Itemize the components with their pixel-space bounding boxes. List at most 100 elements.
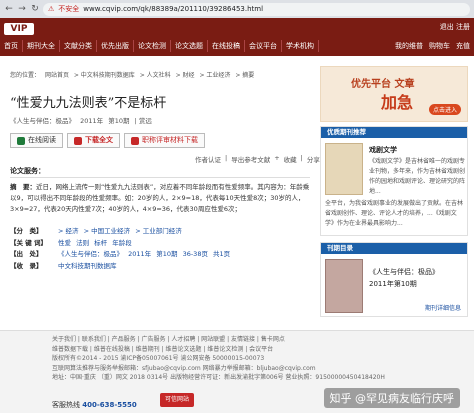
nav-item[interactable]: 文献分类: [60, 40, 97, 52]
cart-link[interactable]: 购物车: [429, 40, 450, 52]
keyword-link[interactable]: 法则: [76, 239, 89, 247]
journal-description-more: 全平台，为我省戏剧事业的发展做出了贡献。在吉林省戏剧创作、理论、评论人才的培养，…: [325, 200, 464, 227]
nav-item[interactable]: 优先出版: [97, 40, 134, 52]
site-logo[interactable]: VIP: [4, 23, 34, 35]
meta-value: 中文科技期刊数据库: [58, 261, 312, 273]
plus-icon: +: [274, 154, 280, 162]
issue-journal-name[interactable]: 《人生与伴侣：极品》: [369, 267, 439, 277]
footer-links[interactable]: 维普数据下载 | 维普在线投稿 | 维普期刊 | 维普论文选题 | 维普论文检测…: [52, 345, 422, 355]
meta-row-source: 【出 处】 《人生与伴侣：极品》 2011年 第10期 36-38页 共1页: [10, 249, 312, 261]
journal-detail-link[interactable]: 期刊详细信息: [425, 303, 461, 312]
recharge-link[interactable]: 充值: [456, 40, 470, 52]
issue-cover-image[interactable]: [325, 259, 363, 313]
box-heading: 刊期目录: [321, 243, 467, 254]
year-link[interactable]: 2011年: [80, 117, 103, 125]
banner-cta[interactable]: 点击进入: [428, 104, 461, 115]
issue-link[interactable]: 第10期: [108, 117, 129, 125]
author-cert-link[interactable]: 作者认证: [195, 154, 221, 164]
address-bar[interactable]: ⚠ 不安全 www.cqvip.com/qk/88389a/201110/392…: [43, 2, 470, 16]
read-online-label: 在线阅读: [28, 136, 56, 144]
footer-text: 地址：中国·重庆 （重）网文 2018 0314号 出版物经营许可证：新出发渝批…: [52, 374, 385, 381]
database-link[interactable]: 中文科技期刊数据库: [58, 262, 117, 270]
source-link[interactable]: 第10期: [156, 250, 177, 258]
meta-value: 性爱 法则 标杆 年龄段: [58, 238, 312, 250]
meta-row-keywords: 【关 键 词】 性爱 法则 标杆 年龄段: [10, 238, 312, 250]
separator: |: [225, 154, 228, 162]
download-icon: [74, 136, 82, 145]
divider: [10, 177, 310, 178]
abstract: 摘 要：近日，网络上流传一则“性爱九九法则表”，对应着不同年龄段而有性爱频率。其…: [10, 182, 312, 215]
forward-icon[interactable]: →: [17, 4, 27, 14]
journal-name[interactable]: 戏剧文学: [369, 145, 397, 155]
banner-text: 优先平台 文章: [351, 79, 415, 90]
pages-text: 36-38页: [182, 250, 208, 258]
banner-headline: 加急: [381, 93, 414, 112]
nav-item[interactable]: 期刊大全: [23, 40, 60, 52]
category-link[interactable]: > 中国工业经济: [84, 227, 131, 235]
source-link[interactable]: 《人生与伴侣：极品》: [58, 250, 123, 258]
read-online-button[interactable]: 在线阅读: [10, 133, 63, 148]
meta-row-category: 【分 类】 > 经济 > 中国工业经济 > 工业部门经济: [10, 226, 312, 238]
breadcrumb-item[interactable]: 网站首页: [45, 72, 69, 79]
journal-cover-image[interactable]: [325, 143, 363, 195]
nav-item[interactable]: 会议平台: [245, 40, 282, 52]
keyword-link[interactable]: 标杆: [94, 239, 107, 247]
action-buttons: 在线阅读 下载全文 职称评审材料下载: [10, 133, 205, 148]
journal-link[interactable]: 《人生与伴侣：极品》: [10, 117, 75, 125]
breadcrumb-item: > 摘要: [235, 72, 255, 79]
breadcrumb-item[interactable]: > 工业经济: [199, 72, 230, 79]
paper-material-label: 职称评审材料下载: [142, 136, 198, 144]
nav-item[interactable]: 在线投稿: [208, 40, 245, 52]
breadcrumb: 您的位置： 网站首页 > 中文科技期刊数据库 > 人文社科 > 财经 > 工业经…: [10, 70, 257, 79]
abstract-text: 近日，网络上流传一则“性爱九九法则表”，对应着不同年龄段而有性爱频率。其内容为：…: [10, 183, 310, 213]
not-secure-icon: ⚠: [48, 5, 55, 13]
trusted-site-badge[interactable]: 可信网站: [160, 393, 194, 407]
security-label: 不安全: [58, 5, 80, 13]
issue-number[interactable]: 2011年第10期: [369, 279, 417, 289]
section-heading: 论文服务：: [10, 167, 45, 175]
journal-description: 《戏剧文学》是吉林省唯一的戏剧专业刊物，多年来，作为吉林省戏剧创作的园地和戏剧评…: [369, 158, 466, 195]
nav-item[interactable]: 学术机构: [282, 40, 319, 52]
pages-total: 共1页: [213, 250, 231, 258]
auth-links[interactable]: 退出 注册: [440, 22, 470, 32]
share-link[interactable]: 分享: [307, 154, 320, 164]
favorite-link[interactable]: 收藏: [284, 154, 297, 164]
back-icon[interactable]: ←: [4, 4, 14, 14]
download-button[interactable]: 下载全文: [67, 133, 120, 148]
hotline-number: 400-638-5550: [82, 401, 137, 409]
category-link[interactable]: > 经济: [58, 227, 79, 235]
keyword-link[interactable]: 年龄段: [112, 239, 132, 247]
footer-text: 互联网算法推荐与服务举报邮箱：sfjubao@cqvip.com 网络暴力举报邮…: [52, 364, 316, 372]
box-heading: 优质期刊推荐: [321, 127, 467, 138]
breadcrumb-item[interactable]: > 人文社科: [140, 72, 171, 79]
footer-links[interactable]: 关于我们 | 联系我们 | 产品服务 | 广告服务 | 人才招聘 | 网站联盟 …: [52, 335, 422, 345]
download-label: 下载全文: [85, 136, 113, 144]
abstract-label: 摘 要：: [10, 183, 36, 191]
category-link[interactable]: > 工业部门经济: [135, 227, 182, 235]
article-source: 《人生与伴侣：极品》 2011年 第10期 | 赏远: [10, 115, 155, 125]
my-vip-link[interactable]: 我的维普: [395, 40, 423, 52]
nav-item[interactable]: 论文选题: [171, 40, 208, 52]
browser-toolbar: ← → ↻ ⚠ 不安全 www.cqvip.com/qk/88389a/2011…: [0, 0, 474, 18]
breadcrumb-item[interactable]: > 中文科技期刊数据库: [74, 72, 135, 79]
nav-item[interactable]: 首页: [0, 40, 23, 52]
meta-row-indexed: 【收 录】 中文科技期刊数据库: [10, 261, 312, 273]
user-nav: 我的维普 购物车 充值: [395, 40, 470, 52]
nav-item[interactable]: 论文检测: [134, 40, 171, 52]
document-icon: [131, 136, 139, 145]
author-text[interactable]: | 赏远: [135, 117, 152, 125]
meta-key: 【关 键 词】: [10, 238, 48, 247]
source-link[interactable]: 2011年: [128, 250, 151, 258]
hotline-label: 客服热线: [52, 401, 80, 409]
keyword-link[interactable]: 性爱: [58, 239, 71, 247]
footer-text: 版权所有©2014 - 2015 渝ICP备05007061号 渝公网安备 50…: [52, 355, 265, 362]
paper-material-button[interactable]: 职称评审材料下载: [124, 133, 205, 148]
priority-publish-banner[interactable]: 优先平台 文章 加急 点击进入: [320, 66, 468, 122]
breadcrumb-label: 您的位置：: [10, 72, 41, 79]
export-ref-link[interactable]: 导出参考文献: [231, 154, 270, 164]
hotline: 客服热线 400-638-5550: [52, 400, 137, 410]
reload-icon[interactable]: ↻: [30, 4, 40, 14]
breadcrumb-item[interactable]: > 财经: [176, 72, 195, 79]
meta-value: > 经济 > 中国工业经济 > 工业部门经济: [58, 226, 312, 238]
read-icon: [17, 136, 25, 145]
